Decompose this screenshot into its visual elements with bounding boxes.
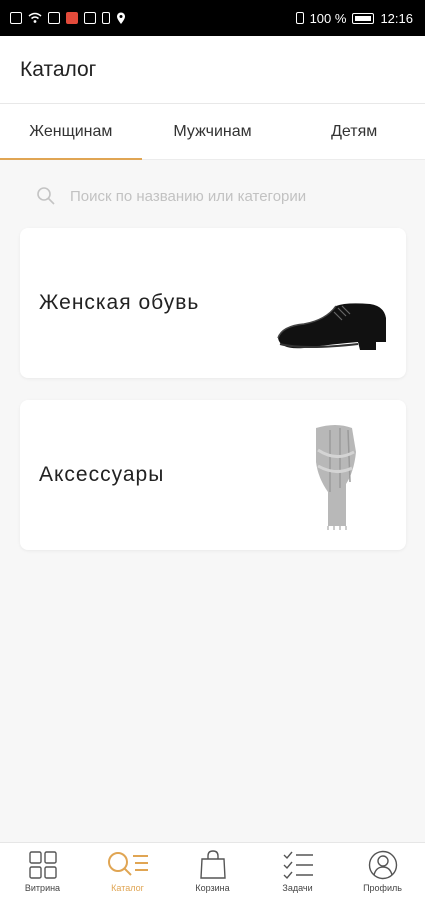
- message-icon: [84, 12, 96, 24]
- nav-showcase[interactable]: Витрина: [0, 843, 85, 900]
- tab-women-label: Женщинам: [29, 122, 113, 140]
- nav-profile-label: Профиль: [363, 883, 402, 893]
- profile-icon: [368, 850, 397, 880]
- search-bar: [20, 176, 405, 216]
- app-header: Каталог: [0, 36, 425, 104]
- battery-icon: [352, 12, 375, 24]
- nav-tasks-label: Задачи: [282, 883, 313, 893]
- nav-catalog-label: Каталог: [111, 883, 144, 893]
- gender-tabs: Женщинам Мужчинам Детям: [0, 104, 425, 160]
- battery-percent: 100 %: [309, 10, 347, 26]
- scarf-image: [316, 425, 356, 530]
- tab-men[interactable]: Мужчинам: [142, 104, 284, 159]
- grid-icon: [28, 851, 57, 879]
- category-card-accessories[interactable]: Аксессуары: [20, 400, 406, 550]
- clock: 12:16: [380, 10, 413, 26]
- status-icons-right: 100 % 12:16: [295, 10, 413, 26]
- nav-tasks[interactable]: Задачи: [255, 843, 340, 900]
- nav-catalog[interactable]: Каталог: [85, 843, 170, 900]
- tab-kids-label: Детям: [331, 122, 378, 140]
- status-icons-left: [10, 12, 126, 25]
- category-title: Женская обувь: [39, 291, 200, 314]
- nav-cart-label: Корзина: [195, 883, 230, 893]
- battery-saver-icon: [102, 12, 110, 24]
- shoe-image: [277, 303, 386, 350]
- checklist-icon: [283, 851, 313, 880]
- bottom-navigation: Витрина Каталог Корзина Задачи Профиль: [0, 842, 425, 900]
- nav-cart[interactable]: Корзина: [170, 843, 255, 900]
- category-card-women-shoes[interactable]: Женская обувь: [20, 228, 406, 378]
- sim-icon: [10, 12, 22, 24]
- page-title: Каталог: [20, 57, 97, 81]
- tab-kids[interactable]: Детям: [283, 104, 425, 159]
- search-input[interactable]: [70, 187, 390, 205]
- status-bar: 100 % 12:16: [0, 0, 425, 36]
- tab-women[interactable]: Женщинам: [0, 104, 142, 160]
- category-title: Аксессуары: [39, 463, 165, 486]
- nfc-icon: [48, 12, 60, 24]
- location-icon: [117, 12, 125, 24]
- tab-men-label: Мужчинам: [173, 122, 252, 140]
- shopping-bag-icon: [199, 850, 226, 879]
- nav-profile[interactable]: Профиль: [340, 843, 425, 900]
- nav-showcase-label: Витрина: [24, 883, 61, 893]
- wifi-icon: [28, 12, 42, 23]
- search-icon: [37, 187, 55, 205]
- catalog-search-icon: [107, 852, 148, 876]
- vibrate-icon: [295, 12, 304, 24]
- notification-app-icon: [66, 12, 78, 24]
